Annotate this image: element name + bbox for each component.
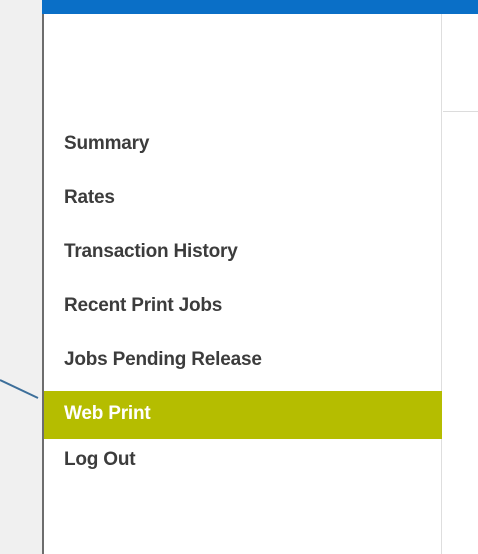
nav-item-transaction-history[interactable]: Transaction History	[44, 237, 442, 291]
nav-item-summary[interactable]: Summary	[44, 129, 442, 183]
nav-item-web-print[interactable]: Web Print	[44, 391, 442, 439]
nav-item-recent-print-jobs[interactable]: Recent Print Jobs	[44, 291, 442, 345]
header-divider	[443, 111, 478, 112]
nav-item-log-out[interactable]: Log Out	[44, 445, 442, 499]
nav-item-rates[interactable]: Rates	[44, 183, 442, 237]
top-accent-bar	[42, 0, 478, 14]
nav-menu: Summary Rates Transaction History Recent…	[44, 129, 442, 499]
left-gutter	[0, 0, 42, 554]
app-window: Summary Rates Transaction History Recent…	[0, 0, 478, 554]
sidebar-nav: Summary Rates Transaction History Recent…	[42, 14, 442, 554]
